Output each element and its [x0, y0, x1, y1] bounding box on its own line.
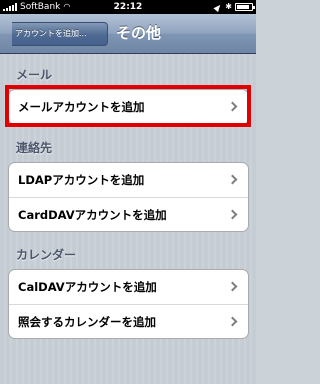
row-add-carddav-account[interactable]: CardDAVアカウントを追加 [9, 197, 248, 231]
back-button[interactable]: アカウントを追加... [12, 22, 108, 46]
chevron-right-icon [227, 101, 238, 112]
chevron-right-icon [227, 174, 238, 185]
section-header-calendar: カレンダー [16, 248, 77, 262]
group-contacts: LDAPアカウントを追加 CardDAVアカウントを追加 [8, 162, 249, 232]
page-title: その他 [116, 24, 162, 42]
chevron-right-icon [227, 281, 238, 292]
group-mail: メールアカウントを追加 [8, 89, 249, 125]
navigation-bar: アカウントを追加... その他 [0, 14, 256, 54]
battery-icon [235, 3, 255, 11]
bluetooth-icon: ✱ [225, 2, 232, 11]
location-arrow-icon [213, 2, 223, 12]
chevron-right-icon [227, 209, 238, 220]
group-calendar: CalDAVアカウントを追加 照会するカレンダーを追加 [8, 269, 249, 339]
chevron-right-icon [227, 316, 238, 327]
status-right: ✱ [213, 0, 255, 14]
row-label: CardDAVアカウントを追加 [18, 208, 167, 222]
row-label: CalDAVアカウントを追加 [18, 280, 157, 294]
row-add-ldap-account[interactable]: LDAPアカウントを追加 [9, 163, 248, 197]
row-add-caldav-account[interactable]: CalDAVアカウントを追加 [9, 270, 248, 304]
row-add-mail-account[interactable]: メールアカウントを追加 [9, 90, 248, 124]
row-label: LDAPアカウントを追加 [18, 173, 145, 187]
status-bar: SoftBank ◠ 22:12 ✱ [0, 0, 256, 14]
back-button-label: アカウントを追加... [15, 29, 87, 38]
row-label: メールアカウントを追加 [18, 100, 145, 114]
section-header-mail: メール [16, 68, 53, 82]
row-add-subscribed-calendar[interactable]: 照会するカレンダーを追加 [9, 304, 248, 338]
row-label: 照会するカレンダーを追加 [18, 315, 156, 329]
section-header-contacts: 連絡先 [16, 141, 53, 155]
